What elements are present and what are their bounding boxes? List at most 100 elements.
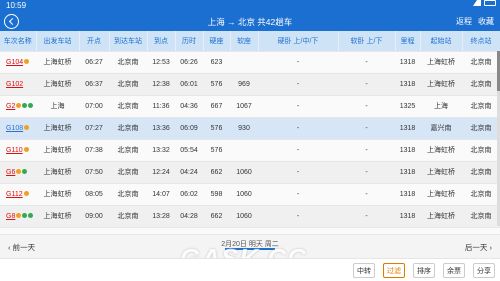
arrival-time-cell: 13:32 (147, 139, 175, 162)
terminal-station-cell: 北京南 (462, 205, 500, 228)
sort-button[interactable]: 排序 (413, 263, 435, 278)
soft-seat-price-cell (230, 51, 258, 74)
departure-station-cell: 上海虹桥 (36, 73, 79, 96)
transfer-button[interactable]: 中转 (353, 263, 375, 278)
wifi-badge-icon (22, 213, 28, 219)
next-day-label: 后一天 (464, 243, 488, 252)
departure-time-cell: 06:27 (79, 51, 109, 74)
col-header-train-code[interactable]: 车次名称 (0, 31, 37, 52)
fuxing-badge-icon (24, 125, 30, 131)
arrival-station-cell: 北京南 (109, 73, 147, 96)
departure-time-cell: 07:38 (79, 139, 109, 162)
duration-cell: 04:24 (175, 161, 203, 184)
soft-sleeper-price-cell: - (338, 161, 395, 184)
col-header-soft-seat[interactable]: 软座 (230, 31, 259, 52)
table-row[interactable]: G8 上海虹桥 09:00 北京南 13:28 04:28 662 1060- -1318 上海虹… (0, 205, 500, 228)
hard-sleeper-price-cell: - (258, 95, 338, 118)
train-code-text[interactable]: G112 (6, 191, 23, 198)
table-row[interactable]: G104 上海虹桥 06:27 北京南 12:53 06:26 623- -1318 上海虹桥北… (0, 51, 500, 74)
train-code-cell[interactable]: G108 (0, 117, 36, 140)
col-header-departure-time[interactable]: 开点 (79, 31, 110, 52)
train-code-cell[interactable]: G8 (0, 205, 36, 228)
wifi-badge-icon (28, 103, 34, 109)
table-row[interactable]: G2 上海 07:00 北京南 11:36 04:36 667 1067- -1325 上海 北京南 (0, 95, 500, 118)
train-code-text[interactable]: G2 (6, 103, 15, 110)
favorite-button[interactable]: 收藏 (478, 16, 494, 27)
next-day-button[interactable]: 后一天 › (465, 242, 492, 253)
return-trip-button[interactable]: 返程 (456, 16, 472, 27)
table-row[interactable]: G112 上海虹桥 08:05 北京南 14:07 06:02 598 1060- -1318 上… (0, 183, 500, 206)
hard-sleeper-price-cell: - (258, 183, 338, 206)
col-header-hard-sleeper[interactable]: 硬卧 上/中/下 (258, 31, 339, 52)
origin-station-cell: 上海 (420, 95, 462, 118)
col-header-arrival-station[interactable]: 到达车站 (109, 31, 148, 52)
soft-seat-price-cell: 969 (230, 73, 258, 96)
duration-cell: 06:26 (175, 51, 203, 74)
table-row[interactable]: G6 上海虹桥 07:50 北京南 12:24 04:24 662 1060- -1318 上海虹… (0, 161, 500, 184)
arrival-time-cell: 14:07 (147, 183, 175, 206)
train-code-text[interactable]: G6 (6, 169, 15, 176)
train-code-cell[interactable]: G112 (0, 183, 36, 206)
col-header-hard-seat[interactable]: 硬座 (203, 31, 231, 52)
departure-time-cell: 07:50 (79, 161, 109, 184)
status-bar: 10:59 (0, 0, 500, 12)
filter-button[interactable]: 过滤 (383, 263, 405, 278)
share-button[interactable]: 分享 (473, 263, 495, 278)
hard-seat-price-cell: 623 (203, 51, 230, 74)
train-code-cell[interactable]: G6 (0, 161, 36, 184)
train-code-text[interactable]: G102 (6, 81, 23, 88)
hard-sleeper-price-cell: - (258, 73, 338, 96)
table-row[interactable]: G110 上海虹桥 07:38 北京南 13:32 05:54 576- -1318 上海虹桥北… (0, 139, 500, 162)
col-header-origin-station[interactable]: 起始站 (420, 31, 463, 52)
train-code-cell[interactable]: G2 (0, 95, 36, 118)
col-header-duration[interactable]: 历时 (175, 31, 204, 52)
duration-cell: 05:54 (175, 139, 203, 162)
train-code-text[interactable]: G108 (6, 125, 23, 132)
table-row[interactable]: G102 上海虹桥 06:37 北京南 12:38 06:01 576 969- -1318 上海… (0, 73, 500, 96)
table-row[interactable]: G108 上海虹桥 07:27 北京南 13:36 06:09 576 930- -1318 嘉兴… (0, 117, 500, 140)
train-code-text[interactable]: G8 (6, 213, 15, 220)
train-code-cell[interactable]: G102 (0, 73, 36, 96)
soft-sleeper-price-cell: - (338, 73, 395, 96)
train-code-text[interactable]: G104 (6, 59, 23, 66)
distance-cell: 1325 (395, 95, 420, 118)
terminal-station-cell: 北京南 (462, 161, 500, 184)
train-code-cell[interactable]: G104 (0, 51, 36, 74)
col-header-arrival-time[interactable]: 到点 (147, 31, 176, 52)
train-code-text[interactable]: G110 (6, 147, 23, 154)
train-code-cell[interactable]: G110 (0, 139, 36, 162)
bottom-toolbar: 中转 过滤 排序 余票 分享 (0, 258, 500, 281)
terminal-station-cell: 北京南 (462, 139, 500, 162)
hard-seat-price-cell: 662 (203, 205, 230, 228)
arrival-station-cell: 北京南 (109, 95, 147, 118)
table-header-row: 车次名称 出发车站 开点 到达车站 到点 历时 硬座 软座 硬卧 上/中/下 软… (0, 31, 500, 52)
soft-sleeper-price-cell: - (338, 139, 395, 162)
status-time: 10:59 (6, 1, 27, 10)
arrival-time-cell: 13:36 (147, 117, 175, 140)
remaining-tickets-button[interactable]: 余票 (443, 263, 465, 278)
departure-station-cell: 上海虹桥 (36, 205, 79, 228)
terminal-station-cell: 北京南 (462, 73, 500, 96)
soft-sleeper-price-cell: - (338, 51, 395, 74)
hard-seat-price-cell: 667 (203, 95, 230, 118)
col-header-terminal-station[interactable]: 终点站 (462, 31, 500, 52)
arrival-station-cell: 北京南 (109, 117, 147, 140)
fuxing-badge-icon (16, 169, 22, 175)
col-header-departure-station[interactable]: 出发车站 (36, 31, 80, 52)
hard-sleeper-price-cell: - (258, 117, 338, 140)
departure-station-cell: 上海虹桥 (36, 51, 79, 74)
soft-seat-price-cell: 1060 (230, 161, 258, 184)
duration-cell: 06:09 (175, 117, 203, 140)
origin-station-cell: 上海虹桥 (420, 205, 462, 228)
wifi-badge-icon (22, 169, 28, 175)
col-header-soft-sleeper[interactable]: 软卧 上/下 (338, 31, 396, 52)
soft-sleeper-price-cell: - (338, 205, 395, 228)
page-title: 上海 → 北京 共42趟车 (207, 17, 293, 27)
departure-time-cell: 09:00 (79, 205, 109, 228)
soft-seat-price-cell: 1060 (230, 183, 258, 206)
col-header-distance[interactable]: 里程 (395, 31, 421, 52)
arrival-station-cell: 北京南 (109, 205, 147, 228)
duration-cell: 06:02 (175, 183, 203, 206)
status-icons (473, 0, 496, 6)
train-table: 车次名称 出发车站 开点 到达车站 到点 历时 硬座 软座 硬卧 上/中/下 软… (0, 31, 500, 250)
